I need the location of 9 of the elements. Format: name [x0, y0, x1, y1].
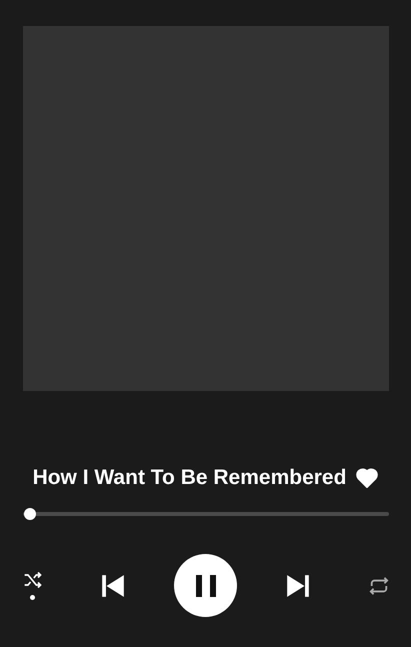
pause-icon [194, 574, 216, 598]
song-title: How I Want To Be Remembered [32, 466, 346, 490]
heart-icon[interactable] [356, 468, 378, 488]
skip-forward-icon [284, 572, 311, 598]
shuffle-icon [22, 571, 42, 589]
repeat-icon [368, 576, 390, 596]
progress-thumb[interactable] [24, 508, 36, 520]
active-dot [30, 595, 35, 600]
skip-back-icon [100, 572, 126, 598]
